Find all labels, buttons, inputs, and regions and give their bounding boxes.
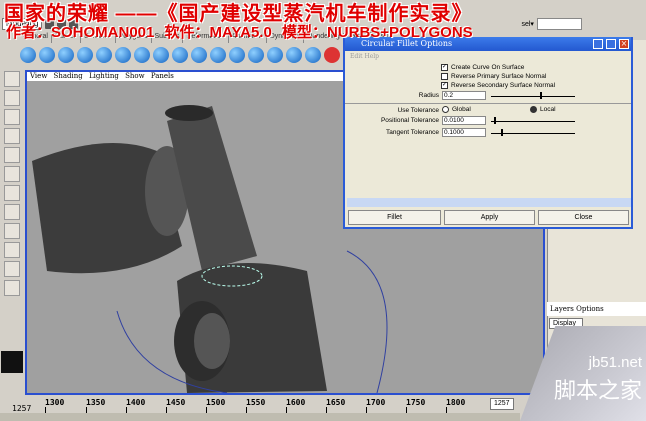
cube-icon[interactable] bbox=[39, 47, 55, 63]
reverse-secondary-checkbox[interactable]: ✓ Reverse Secondary Surface Normal bbox=[441, 82, 555, 89]
layers-menu[interactable]: Layers Options bbox=[547, 302, 646, 316]
revolve-icon[interactable] bbox=[134, 47, 150, 63]
toolbox bbox=[0, 68, 24, 398]
tick-label: 1600 bbox=[286, 398, 306, 407]
tangent-tolerance-slider[interactable] bbox=[491, 133, 575, 134]
trim-icon[interactable] bbox=[229, 47, 245, 63]
move-tool-icon[interactable] bbox=[4, 128, 20, 144]
select-tool-icon[interactable] bbox=[4, 71, 20, 87]
radius-field[interactable]: 0.2 bbox=[442, 91, 486, 100]
start-frame: 1257 bbox=[12, 404, 32, 413]
paint-tool-icon[interactable] bbox=[4, 109, 20, 125]
maya-logo bbox=[1, 351, 23, 373]
reverse-primary-checkbox[interactable]: Reverse Primary Surface Normal bbox=[441, 73, 546, 80]
radius-slider[interactable] bbox=[491, 96, 575, 97]
watermark-site: jb51.net bbox=[588, 354, 642, 371]
tick-label: 1400 bbox=[126, 398, 146, 407]
global-radio[interactable]: Global bbox=[442, 106, 471, 113]
detach-icon[interactable] bbox=[305, 47, 321, 63]
layout-icon[interactable] bbox=[4, 223, 20, 239]
watermark-name: 脚本之家 bbox=[553, 378, 642, 403]
horizontal-scrollbar[interactable] bbox=[347, 198, 631, 207]
positional-tolerance-field[interactable]: 0.0100 bbox=[442, 116, 486, 125]
tangent-tolerance-label: Tangent Tolerance bbox=[385, 129, 439, 136]
tick-label: 1500 bbox=[206, 398, 226, 407]
scale-tool-icon[interactable] bbox=[4, 166, 20, 182]
tick-label: 1750 bbox=[406, 398, 426, 407]
layout-icon[interactable] bbox=[4, 242, 20, 258]
lasso-tool-icon[interactable] bbox=[4, 90, 20, 106]
positional-tolerance-label: Positional Tolerance bbox=[380, 117, 439, 124]
tick-label: 1300 bbox=[45, 398, 65, 407]
sel-label[interactable]: sel▾ bbox=[521, 20, 533, 28]
dialog-menu[interactable]: Edit Help bbox=[345, 51, 631, 61]
local-radio[interactable]: Local bbox=[530, 106, 556, 113]
sel-input[interactable] bbox=[536, 18, 582, 30]
radius-label: Radius bbox=[418, 92, 439, 99]
tick-label: 1550 bbox=[246, 398, 266, 407]
birail-icon[interactable] bbox=[191, 47, 207, 63]
sphere-icon[interactable] bbox=[20, 47, 36, 63]
loft-icon[interactable] bbox=[153, 47, 169, 63]
apply-button[interactable]: Apply bbox=[444, 210, 535, 225]
cylinder-icon[interactable] bbox=[58, 47, 74, 63]
close-icon[interactable]: × bbox=[619, 39, 629, 49]
fillet-icon[interactable] bbox=[248, 47, 264, 63]
use-tolerance-label: Use Tolerance bbox=[397, 107, 439, 114]
current-frame-field[interactable]: 1257 bbox=[490, 398, 514, 410]
tick-label: 1700 bbox=[366, 398, 386, 407]
range-slider[interactable] bbox=[0, 413, 520, 421]
close-button[interactable]: Close bbox=[538, 210, 629, 225]
maximize-button[interactable] bbox=[606, 39, 616, 49]
fillet-button[interactable]: Fillet bbox=[348, 210, 441, 225]
tick-label: 1650 bbox=[326, 398, 346, 407]
plane-icon[interactable] bbox=[96, 47, 112, 63]
layout-icon[interactable] bbox=[4, 280, 20, 296]
attach-icon[interactable] bbox=[286, 47, 302, 63]
manipulator-icon[interactable] bbox=[4, 185, 20, 201]
delete-icon[interactable] bbox=[324, 47, 340, 63]
tick-label: 1800 bbox=[446, 398, 466, 407]
tick-label: 1450 bbox=[166, 398, 186, 407]
shelf bbox=[20, 43, 345, 67]
positional-tolerance-slider[interactable] bbox=[491, 121, 575, 122]
stitch-icon[interactable] bbox=[267, 47, 283, 63]
layout-icon[interactable] bbox=[4, 204, 20, 220]
tangent-tolerance-field[interactable]: 0.1000 bbox=[442, 128, 486, 137]
minimize-button[interactable] bbox=[593, 39, 603, 49]
cone-icon[interactable] bbox=[77, 47, 93, 63]
extrude-icon[interactable] bbox=[172, 47, 188, 63]
tick-label: 1350 bbox=[86, 398, 106, 407]
boundary-icon[interactable] bbox=[210, 47, 226, 63]
circular-fillet-dialog: Circular Fillet Options × Edit Help ✓ Cre… bbox=[343, 37, 633, 229]
create-curve-checkbox[interactable]: ✓ Create Curve On Surface bbox=[441, 64, 524, 71]
torus-icon[interactable] bbox=[115, 47, 131, 63]
rotate-tool-icon[interactable] bbox=[4, 147, 20, 163]
layout-icon[interactable] bbox=[4, 261, 20, 277]
overlay-credits: 作者：SOHOMAN001 软件：MAYA5.0 模型：NURBS+POLYGO… bbox=[6, 24, 473, 41]
time-slider[interactable]: 1257 1300 1350 1400 1450 1500 1550 1600 … bbox=[0, 396, 520, 413]
